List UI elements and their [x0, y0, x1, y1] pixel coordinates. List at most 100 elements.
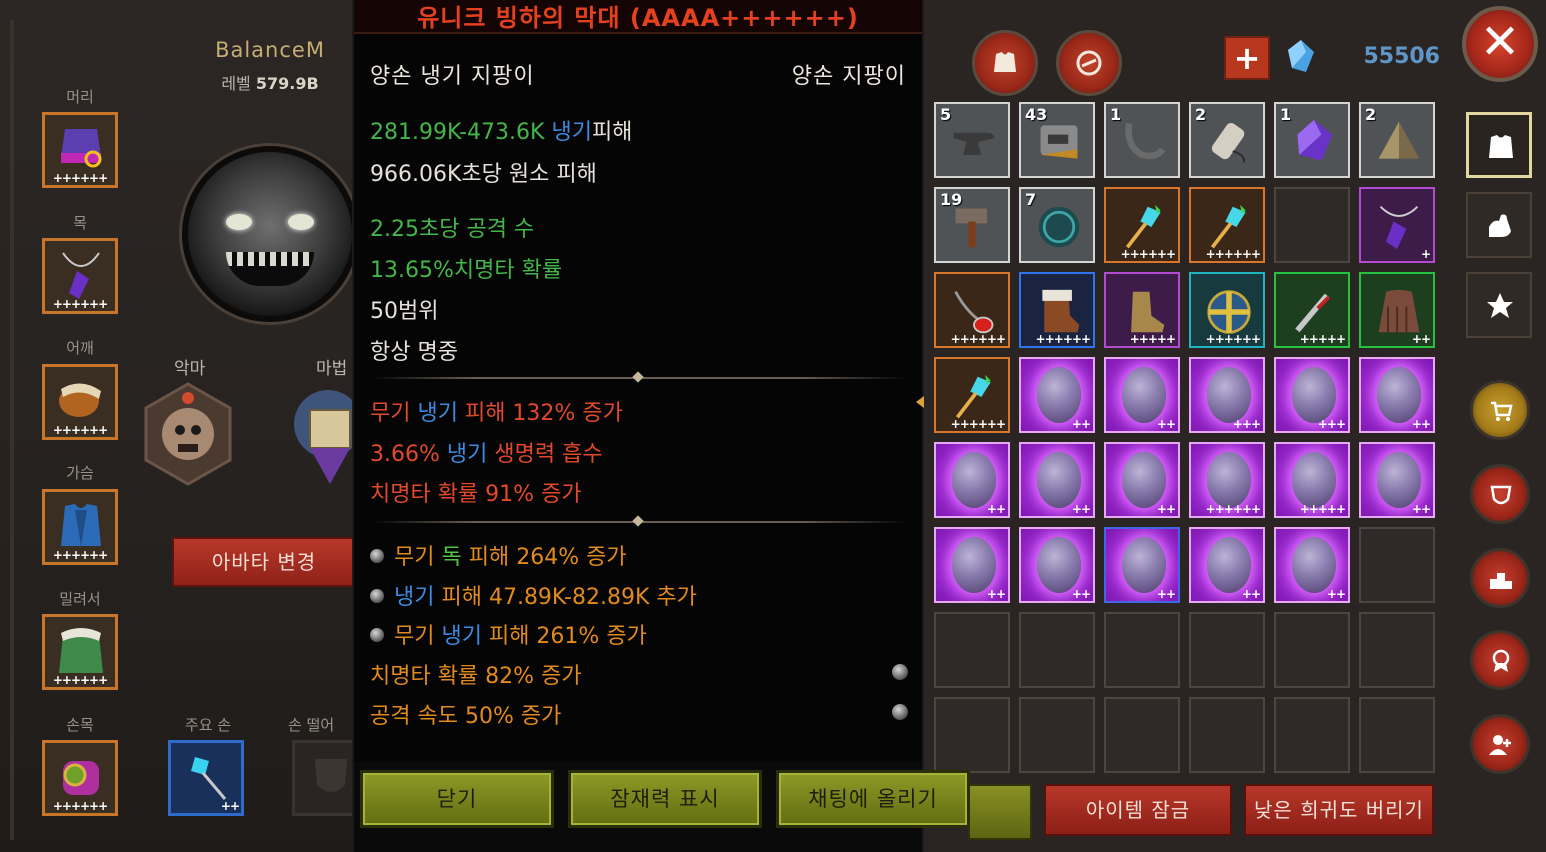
inventory-slot[interactable]: 2: [1189, 102, 1265, 178]
armor-tab[interactable]: [1466, 112, 1532, 178]
item-count: 2: [1195, 105, 1207, 124]
sort-button[interactable]: [968, 784, 1032, 840]
post-to-chat-button[interactable]: 채팅에 올리기: [776, 770, 970, 828]
show-potential-button[interactable]: 잠재력 표시: [568, 770, 762, 828]
slot-label-off-hand: 손 떨어: [288, 716, 335, 734]
inventory-slot-empty[interactable]: [1019, 612, 1095, 688]
slot-upgrade-pluses: ++++++: [52, 548, 108, 562]
inventory-slot-empty[interactable]: [1274, 612, 1350, 688]
achievement-button[interactable]: [1470, 630, 1530, 690]
inventory-slot[interactable]: 7: [1019, 187, 1095, 263]
inventory-slot-empty[interactable]: [1359, 612, 1435, 688]
inventory-slot-empty[interactable]: [1274, 187, 1350, 263]
inventory-slot-empty[interactable]: [1019, 697, 1095, 773]
demon-emblem-icon[interactable]: [140, 380, 236, 488]
anvil-icon: [953, 132, 995, 155]
equip-slot-wrist[interactable]: ++++++: [42, 740, 118, 816]
ice-staff-icon: [955, 374, 991, 419]
hook-icon: [1125, 123, 1166, 160]
portrait-eye-left: [226, 214, 252, 230]
inventory-slot[interactable]: ++: [934, 442, 1010, 518]
guild-button[interactable]: [1470, 464, 1530, 524]
inventory-slot[interactable]: 1: [1104, 102, 1180, 178]
inventory-slot-empty[interactable]: [1104, 612, 1180, 688]
inventory-slot[interactable]: ++: [1189, 527, 1265, 603]
add-gems-button[interactable]: +: [1224, 36, 1270, 80]
inventory-slot[interactable]: ++: [1019, 527, 1095, 603]
inventory-slot-empty[interactable]: [1189, 612, 1265, 688]
inventory-slot[interactable]: ++: [1019, 442, 1095, 518]
inventory-slot[interactable]: ++++++: [1104, 187, 1180, 263]
lock-item-button[interactable]: 아이템 잠금: [1044, 784, 1232, 836]
inventory-slot[interactable]: +++: [1189, 357, 1265, 433]
inventory-slot[interactable]: 1: [1274, 102, 1350, 178]
crit-chance-line: 13.65%치명타 확률: [370, 258, 563, 283]
discard-low-rarity-button[interactable]: 낮은 희귀도 버리기: [1244, 784, 1434, 836]
equip-slot-main-hand[interactable]: ++: [168, 740, 244, 816]
inventory-slot[interactable]: ++: [1104, 527, 1180, 603]
close-button[interactable]: ✕: [1462, 6, 1538, 82]
inventory-slot-empty[interactable]: [934, 612, 1010, 688]
magic-emblem-icon[interactable]: [288, 384, 358, 492]
equip-slot-shoulder[interactable]: ++++++: [42, 364, 118, 440]
inventory-slot[interactable]: 43: [1019, 102, 1095, 178]
socket-bullet-icon: [892, 664, 908, 680]
inventory-slot[interactable]: +: [1359, 187, 1435, 263]
inventory-slot[interactable]: ++++++: [934, 272, 1010, 348]
inventory-slot-empty[interactable]: [1359, 697, 1435, 773]
favorite-tab[interactable]: [1466, 272, 1532, 338]
inventory-slot[interactable]: ++++++: [1189, 187, 1265, 263]
equip-slot-neck[interactable]: ++++++: [42, 238, 118, 314]
inventory-slot[interactable]: +++++: [1274, 272, 1350, 348]
add-friend-button[interactable]: [1470, 714, 1530, 774]
inventory-slot[interactable]: ++++++: [1189, 272, 1265, 348]
item-count: 1: [1110, 105, 1122, 124]
equip-slot-back[interactable]: ++++++: [42, 614, 118, 690]
crafting-tab-button[interactable]: [1056, 30, 1122, 96]
change-avatar-button[interactable]: 아바타 변경: [172, 537, 356, 587]
stat-text: 피해 47.89K-82.89K 추가: [434, 585, 697, 610]
stat-text: 생명력 흡수: [487, 442, 603, 467]
character-portrait[interactable]: [182, 146, 358, 322]
equip-slot-head[interactable]: ++++++: [42, 112, 118, 188]
inventory-slot[interactable]: 2: [1359, 102, 1435, 178]
ranking-button[interactable]: [1470, 548, 1530, 608]
tooltip-close-button[interactable]: 닫기: [360, 770, 554, 828]
equipment-tab-button[interactable]: [972, 30, 1038, 96]
slot-upgrade-pluses: ++++++: [52, 171, 108, 185]
inventory-slot[interactable]: ++++++: [1019, 272, 1095, 348]
inventory-slot[interactable]: +++++: [1274, 442, 1350, 518]
inventory-slot[interactable]: ++: [1359, 442, 1435, 518]
inventory-slot[interactable]: ++: [1104, 442, 1180, 518]
item-count: 1: [1280, 105, 1292, 124]
inventory-slot[interactable]: +++: [1274, 357, 1350, 433]
item-upgrade-pluses: ++: [1326, 587, 1346, 601]
inventory-slot-empty[interactable]: [934, 697, 1010, 773]
inventory-slot[interactable]: ++++++: [934, 357, 1010, 433]
inventory-slot[interactable]: ++: [1274, 527, 1350, 603]
inventory-slot[interactable]: ++: [1359, 272, 1435, 348]
inventory-slot[interactable]: 5: [934, 102, 1010, 178]
inventory-slot[interactable]: ++: [1019, 357, 1095, 433]
strength-tab[interactable]: [1466, 192, 1532, 258]
inventory-slot-empty[interactable]: [1359, 527, 1435, 603]
attack-speed-line: 2.25초당 공격 수: [370, 217, 535, 242]
inventory-slot[interactable]: ++++++: [1189, 442, 1265, 518]
dps-line: 966.06K초당 원소 피해: [370, 162, 597, 187]
inventory-slot-empty[interactable]: [1189, 697, 1265, 773]
item-upgrade-pluses: ++: [1411, 417, 1431, 431]
inventory-slot[interactable]: ++: [934, 527, 1010, 603]
stat-orange-line: 공격 속도 50% 증가: [370, 704, 562, 729]
inventory-slot[interactable]: ++: [1104, 357, 1180, 433]
inventory-slot[interactable]: +++++: [1104, 272, 1180, 348]
equip-slot-off-hand[interactable]: [292, 740, 358, 816]
inventory-slot-empty[interactable]: [1274, 697, 1350, 773]
stat-element: 냉기: [446, 442, 488, 467]
item-upgrade-pluses: ++++++: [1205, 247, 1261, 261]
inventory-slot-empty[interactable]: [1104, 697, 1180, 773]
round-shield-icon: [1207, 290, 1251, 334]
inventory-slot[interactable]: 19: [934, 187, 1010, 263]
equip-slot-chest[interactable]: ++++++: [42, 489, 118, 565]
inventory-slot[interactable]: ++: [1359, 357, 1435, 433]
shop-button[interactable]: [1470, 380, 1530, 440]
